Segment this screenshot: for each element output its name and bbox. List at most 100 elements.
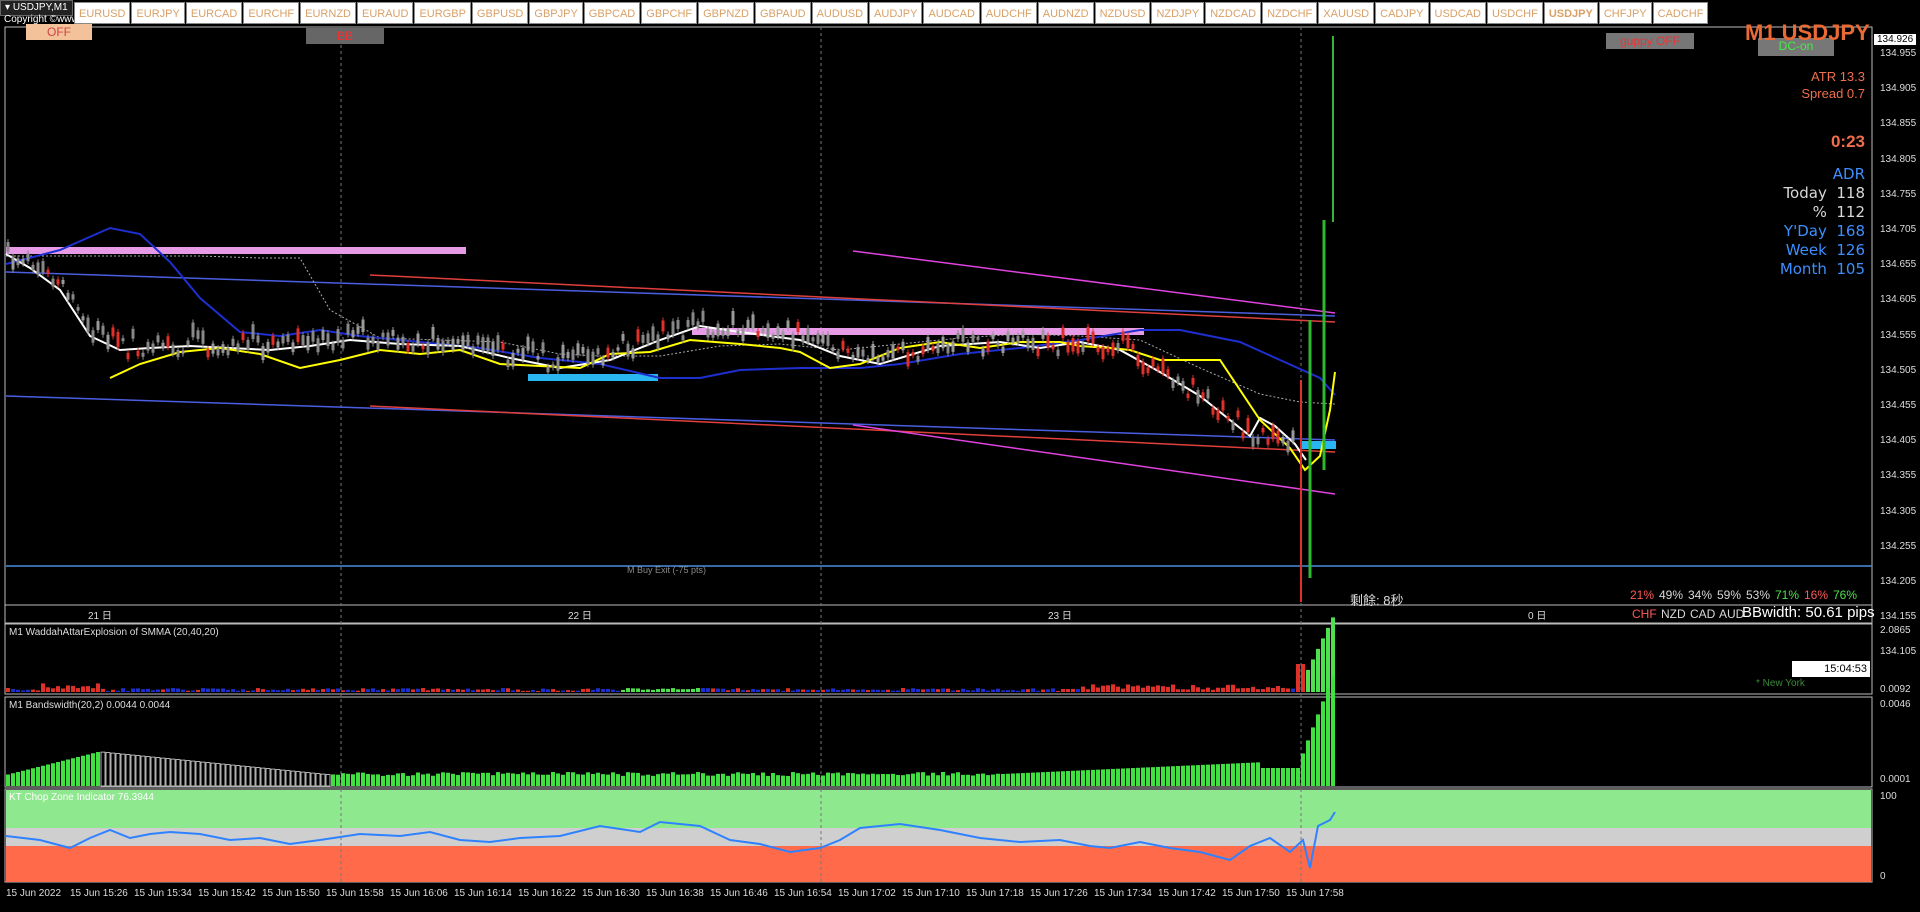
candle-body: [906, 352, 910, 367]
waddah-bar: [726, 690, 730, 692]
symbol-tab-nzdjpy[interactable]: NZDJPY: [1151, 2, 1205, 24]
candle-body: [171, 344, 175, 354]
bandswidth-bar: [411, 775, 415, 786]
symbol-tab-gbpaud[interactable]: GBPAUD: [754, 2, 811, 24]
candle-body: [1111, 342, 1115, 357]
candle-body: [911, 352, 915, 356]
bandswidth-bar: [536, 774, 540, 786]
bandswidth-bar: [86, 754, 90, 786]
bb-button[interactable]: BB: [306, 28, 384, 44]
bandswidth-bar: [220, 763, 226, 787]
bandswidth-bar: [125, 754, 131, 787]
bandswidth-bar: [721, 773, 725, 786]
candle-body: [241, 332, 245, 341]
waddah-bar: [421, 688, 425, 692]
waddah-bar: [1081, 686, 1085, 692]
symbol-tab-eurusd[interactable]: EURUSD: [74, 2, 131, 24]
bandswidth-bar: [1306, 740, 1310, 786]
bandswidth-bar: [331, 774, 335, 786]
waddah-bar: [831, 688, 835, 692]
symbol-tab-euraud[interactable]: EURAUD: [357, 2, 414, 24]
candle-body: [426, 342, 430, 355]
waddah-bar: [56, 686, 60, 692]
symbol-tab-nzdcad[interactable]: NZDCAD: [1205, 2, 1262, 24]
candle-body: [956, 332, 960, 339]
bandswidth-bar: [51, 763, 55, 786]
waddah-bar: [1206, 687, 1210, 692]
waddah-bar: [896, 690, 900, 692]
waddah-bar: [1111, 684, 1115, 692]
bandswidth-bar: [736, 772, 740, 786]
price-tick: 134.955: [1880, 48, 1917, 59]
candle-body: [966, 342, 970, 352]
symbol-tab-gbpusd[interactable]: GBPUSD: [471, 2, 529, 24]
time-tick: 15 Jun 16:54: [774, 888, 832, 899]
symbol-tab-gbpcad[interactable]: GBPCAD: [583, 2, 641, 24]
bandswidth-bar: [1111, 768, 1115, 786]
bandswidth-bar: [356, 772, 360, 786]
candle-body: [726, 328, 730, 336]
symbol-tab-audcad[interactable]: AUDCAD: [923, 2, 980, 24]
candle-body: [1226, 416, 1230, 420]
chopzone-axis-bottom: 0: [1880, 871, 1886, 882]
bandswidth-bar: [1211, 764, 1215, 786]
price-tick: 134.605: [1880, 294, 1917, 306]
waddah-bar: [701, 688, 705, 692]
symbol-tab-audnzd[interactable]: AUDNZD: [1037, 2, 1094, 24]
symbol-tab-cadjpy[interactable]: CADJPY: [1375, 2, 1429, 24]
candle-body: [866, 358, 870, 362]
bandswidth-bar: [726, 775, 730, 786]
waddah-bar: [586, 688, 590, 692]
bandswidth-bar: [210, 762, 216, 787]
candle-body: [921, 346, 925, 355]
off-button[interactable]: OFF: [26, 24, 92, 40]
candle-body: [346, 323, 350, 335]
symbol-tab-eurgbp[interactable]: EURGBP: [414, 2, 471, 24]
symbol-tab-usdjpy[interactable]: USDJPY: [1543, 2, 1598, 24]
symbol-tab-nzdusd[interactable]: NZDUSD: [1094, 2, 1151, 24]
chart-canvas[interactable]: [0, 0, 1920, 912]
strength-currency: CAD: [1690, 607, 1716, 621]
candle-body: [816, 333, 820, 344]
bandswidth-bar: [556, 773, 560, 786]
bandswidth-bar: [701, 773, 705, 786]
symbol-tab-eurjpy[interactable]: EURJPY: [131, 2, 185, 24]
symbol-tab-audchf[interactable]: AUDCHF: [980, 2, 1037, 24]
waddah-bar: [1076, 689, 1080, 692]
symbol-tab-eurcad[interactable]: EURCAD: [185, 2, 243, 24]
symbol-tab-eurnzd[interactable]: EURNZD: [300, 2, 356, 24]
time-tick: 15 Jun 16:14: [454, 888, 512, 899]
symbol-tab-xauusd[interactable]: XAUUSD: [1318, 2, 1375, 24]
bandswidth-bar: [1176, 766, 1180, 786]
symbol-tab-cadchf[interactable]: CADCHF: [1652, 2, 1709, 24]
candle-body: [121, 338, 125, 342]
bandswidth-bar: [546, 774, 550, 786]
symbol-tab-gbpnzd[interactable]: GBPNZD: [698, 2, 754, 24]
waddah-bar: [1071, 688, 1075, 692]
waddah-bar: [566, 690, 570, 692]
waddah-bar: [681, 689, 685, 692]
candle-body: [636, 329, 640, 342]
waddah-bar: [946, 688, 950, 692]
symbol-tab-gbpjpy[interactable]: GBPJPY: [529, 2, 583, 24]
countdown-label: 剩餘: 8秒: [1350, 593, 1404, 608]
symbol-tab-chfjpy[interactable]: CHFJPY: [1598, 2, 1652, 24]
candle-body: [586, 349, 590, 365]
symbol-tab-gbpchf[interactable]: GBPCHF: [641, 2, 698, 24]
waddah-bar: [861, 689, 865, 692]
symbol-tab-nzdchf[interactable]: NZDCHF: [1262, 2, 1318, 24]
symbol-tab-audjpy[interactable]: AUDJPY: [869, 2, 923, 24]
candle-body: [606, 347, 610, 358]
price-tick: 134.755: [1880, 188, 1917, 200]
symbol-tab-eurchf[interactable]: EURCHF: [243, 2, 300, 24]
bandswidth-bar: [1131, 768, 1135, 786]
waddah-bar: [561, 690, 565, 692]
symbol-tab-audusd[interactable]: AUDUSD: [811, 2, 869, 24]
symbol-tab-usdchf[interactable]: USDCHF: [1486, 2, 1543, 24]
candle-body: [1026, 338, 1030, 349]
candle-body: [631, 348, 635, 359]
symbol-tab-usdcad[interactable]: USDCAD: [1429, 2, 1486, 24]
bandswidth-bar: [651, 775, 655, 786]
candle-body: [656, 334, 660, 349]
guppy-button[interactable]: guppy OFF: [1606, 33, 1694, 49]
